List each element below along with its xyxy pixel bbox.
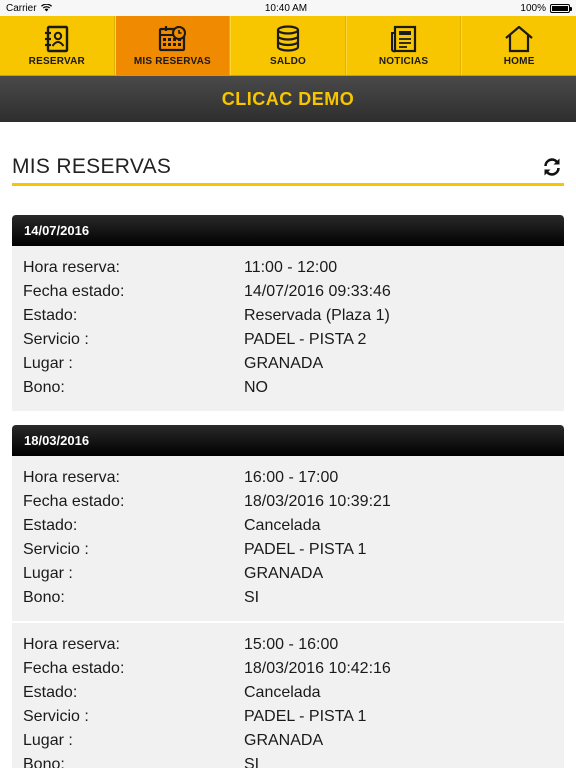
row-lugar: Lugar : GRANADA — [23, 729, 553, 753]
field-value: Cancelada — [244, 684, 321, 701]
nav-label: MIS RESERVAS — [133, 55, 211, 67]
field-value: PADEL - PISTA 1 — [244, 708, 367, 725]
address-book-icon — [44, 25, 68, 52]
page-title: MIS RESERVAS — [12, 154, 172, 178]
brand-bar: CLICAC DEMO — [0, 76, 576, 122]
reservation-card: 18/03/2016 Hora reserva: 16:00 - 17:00 Fe… — [12, 425, 564, 768]
field-value: PADEL - PISTA 1 — [244, 541, 367, 558]
field-value: 14/07/2016 09:33:46 — [244, 283, 391, 300]
nav-label: RESERVAR — [28, 55, 85, 67]
field-label: Servicio : — [23, 331, 89, 348]
field-label: Estado: — [23, 517, 78, 534]
row-servicio: Servicio : PADEL - PISTA 1 — [23, 538, 553, 562]
row-lugar: Lugar : GRANADA — [23, 562, 553, 586]
field-label: Estado: — [23, 684, 78, 701]
nav-saldo[interactable]: SALDO — [230, 16, 346, 75]
field-label: Fecha estado: — [23, 283, 125, 300]
battery-icon — [550, 3, 572, 13]
nav-noticias[interactable]: NOTICIAS — [345, 16, 462, 75]
field-label: Bono: — [23, 589, 65, 606]
row-bono: Bono: SI — [23, 586, 553, 610]
row-estado: Estado: Cancelada — [23, 514, 553, 538]
carrier-label: Carrier — [6, 2, 37, 14]
field-value: Cancelada — [244, 517, 321, 534]
reservation-entry[interactable]: Hora reserva: 15:00 - 16:00 Fecha estado:… — [12, 621, 564, 768]
field-value: GRANADA — [244, 565, 324, 582]
row-hora: Hora reserva: 15:00 - 16:00 — [23, 633, 553, 657]
status-right: 100% — [520, 2, 572, 14]
field-value: 18/03/2016 10:42:16 — [244, 660, 391, 677]
field-value: 15:00 - 16:00 — [244, 636, 339, 653]
row-hora: Hora reserva: 16:00 - 17:00 — [23, 466, 553, 490]
field-value: NO — [244, 379, 268, 396]
field-value: 11:00 - 12:00 — [244, 259, 338, 276]
row-hora: Hora reserva: 11:00 - 12:00 — [23, 256, 553, 280]
reservation-entry[interactable]: Hora reserva: 16:00 - 17:00 Fecha estado:… — [12, 456, 564, 621]
top-nav: RESERVAR MIS RESERVAS SALDO NOTICIAS HOM… — [0, 16, 576, 76]
field-value: 16:00 - 17:00 — [244, 469, 339, 486]
nav-mis-reservas[interactable]: MIS RESERVAS — [114, 16, 231, 75]
field-value: GRANADA — [244, 732, 324, 749]
field-label: Bono: — [23, 379, 65, 396]
status-left: Carrier — [6, 3, 52, 14]
status-bar: Carrier 10:40 AM 100% — [0, 0, 576, 16]
row-fecha: Fecha estado: 14/07/2016 09:33:46 — [23, 280, 553, 304]
card-date: 14/07/2016 — [12, 215, 564, 246]
wifi-icon — [40, 4, 52, 12]
row-servicio: Servicio : PADEL - PISTA 1 — [23, 705, 553, 729]
row-bono: Bono: NO — [23, 376, 553, 400]
field-label: Bono: — [23, 756, 65, 768]
field-label: Fecha estado: — [23, 660, 125, 677]
battery-percent: 100% — [520, 2, 546, 14]
field-label: Lugar : — [23, 355, 73, 372]
field-value: Reservada (Plaza 1) — [244, 307, 390, 324]
nav-home[interactable]: HOME — [461, 16, 576, 75]
field-value: SI — [244, 589, 260, 606]
row-lugar: Lugar : GRANADA — [23, 352, 553, 376]
row-fecha: Fecha estado: 18/03/2016 10:42:16 — [23, 657, 553, 681]
field-value: PADEL - PISTA 2 — [244, 331, 367, 348]
field-label: Servicio : — [23, 708, 89, 725]
card-date: 18/03/2016 — [12, 425, 564, 456]
row-bono: Bono: SI — [23, 753, 553, 768]
field-value: GRANADA — [244, 355, 324, 372]
nav-label: NOTICIAS — [378, 55, 429, 67]
field-label: Lugar : — [23, 732, 73, 749]
nav-reservar[interactable]: RESERVAR — [0, 16, 115, 75]
newspaper-icon — [390, 25, 416, 52]
field-label: Estado: — [23, 307, 78, 324]
status-time: 10:40 AM — [264, 2, 308, 14]
home-icon — [505, 25, 533, 52]
calendar-icon — [159, 25, 187, 51]
nav-label: HOME — [503, 55, 535, 67]
field-label: Lugar : — [23, 565, 73, 582]
field-label: Hora reserva: — [23, 259, 120, 276]
section-header: MIS RESERVAS — [12, 150, 564, 186]
row-estado: Estado: Cancelada — [23, 681, 553, 705]
field-label: Servicio : — [23, 541, 89, 558]
field-label: Fecha estado: — [23, 493, 125, 510]
row-estado: Estado: Reservada (Plaza 1) — [23, 304, 553, 328]
reservations-list: 14/07/2016 Hora reserva: 11:00 - 12:00 Fe… — [12, 215, 564, 768]
field-value: 18/03/2016 10:39:21 — [244, 493, 391, 510]
nav-label: SALDO — [269, 55, 306, 67]
field-value: SI — [244, 756, 260, 768]
reservation-entry[interactable]: Hora reserva: 11:00 - 12:00 Fecha estado:… — [12, 246, 564, 411]
reservation-card: 14/07/2016 Hora reserva: 11:00 - 12:00 Fe… — [12, 215, 564, 411]
row-servicio: Servicio : PADEL - PISTA 2 — [23, 328, 553, 352]
brand-title: CLICAC DEMO — [221, 88, 355, 109]
refresh-icon[interactable] — [542, 157, 562, 177]
field-label: Hora reserva: — [23, 636, 120, 653]
row-fecha: Fecha estado: 18/03/2016 10:39:21 — [23, 490, 553, 514]
coins-icon — [276, 24, 300, 52]
field-label: Hora reserva: — [23, 469, 120, 486]
